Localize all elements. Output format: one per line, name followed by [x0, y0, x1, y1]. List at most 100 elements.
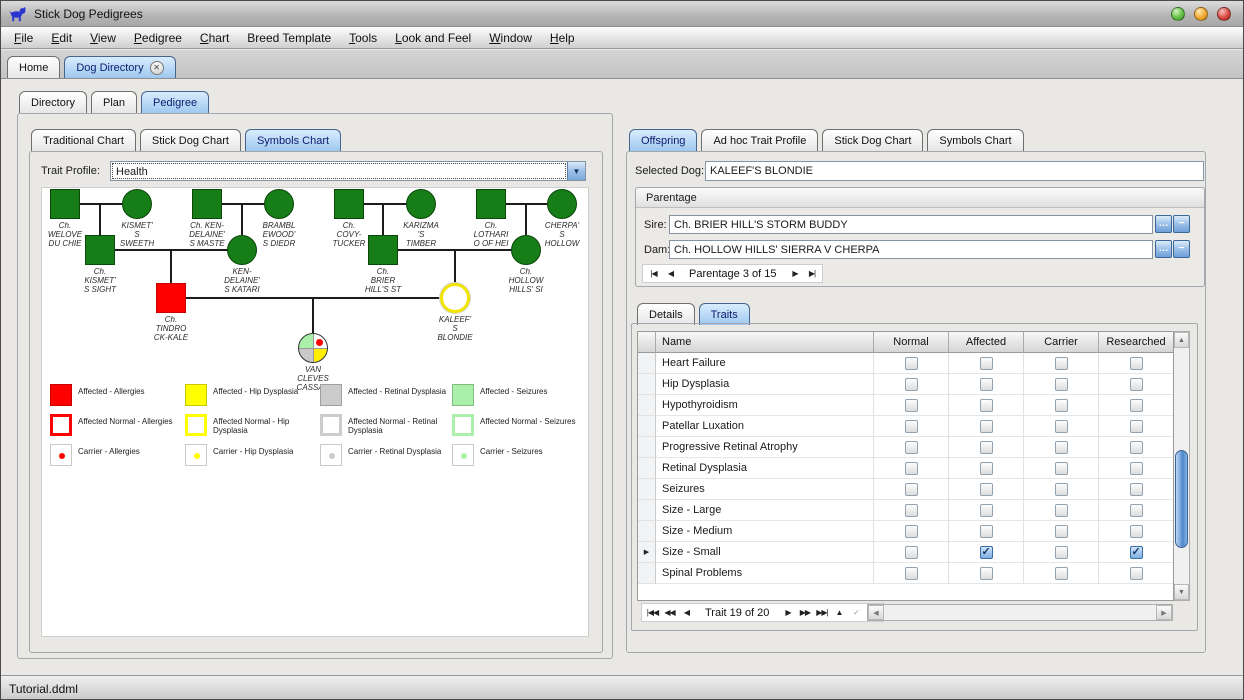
- checkbox-affected[interactable]: [980, 357, 993, 370]
- menu-view[interactable]: View: [81, 28, 125, 48]
- checkbox-carrier[interactable]: [1055, 525, 1068, 538]
- column-header-affected[interactable]: Affected: [949, 332, 1024, 353]
- pedigree-node-ch-hollow-hills-si[interactable]: [511, 235, 541, 265]
- checkbox-carrier[interactable]: [1055, 399, 1068, 412]
- pedigree-node-ch-kismet-s-sight[interactable]: [85, 235, 115, 265]
- trait-row-size-large[interactable]: Size - Large: [638, 500, 1189, 521]
- pedigree-node-ch-brier-hill-s-st[interactable]: [368, 235, 398, 265]
- trait-row-progressive-retinal-atrophy[interactable]: Progressive Retinal Atrophy: [638, 437, 1189, 458]
- checkbox-researched[interactable]: [1130, 525, 1143, 538]
- dam-remove-button[interactable]: −: [1173, 240, 1190, 258]
- trait-row-size-small[interactable]: ▶Size - Small: [638, 542, 1189, 563]
- checkbox-normal[interactable]: [905, 378, 918, 391]
- chart-tab-traditional-chart[interactable]: Traditional Chart: [31, 129, 136, 151]
- checkbox-researched-checked[interactable]: [1130, 546, 1143, 559]
- checkbox-researched[interactable]: [1130, 567, 1143, 580]
- checkbox-carrier[interactable]: [1055, 420, 1068, 433]
- pedigree-node-ch-welove-du-chie[interactable]: [50, 189, 80, 219]
- menu-window[interactable]: Window: [480, 28, 541, 48]
- checkbox-affected[interactable]: [980, 483, 993, 496]
- menu-pedigree[interactable]: Pedigree: [125, 28, 191, 48]
- nav-next-button[interactable]: ▶: [786, 265, 803, 282]
- close-tab-icon[interactable]: ✕: [150, 61, 164, 75]
- right-tab-offspring[interactable]: Offspring: [629, 129, 697, 151]
- checkbox-researched[interactable]: [1130, 441, 1143, 454]
- horizontal-scrollbar[interactable]: ◀ ▶: [867, 604, 1173, 621]
- checkbox-carrier[interactable]: [1055, 546, 1068, 559]
- trait-row-retinal-dysplasia[interactable]: Retinal Dysplasia: [638, 458, 1189, 479]
- pedigree-node-cherpa-s-hollow[interactable]: [547, 189, 577, 219]
- checkbox-normal[interactable]: [905, 462, 918, 475]
- checkbox-normal[interactable]: [905, 441, 918, 454]
- pedigree-node-ch-tindro-ck-kale[interactable]: [156, 283, 186, 313]
- tab-dog-directory[interactable]: Dog Directory✕: [64, 56, 175, 78]
- checkbox-carrier[interactable]: [1055, 567, 1068, 580]
- vertical-scrollbar[interactable]: ▲ ▼: [1173, 331, 1190, 601]
- pedigree-node-kismet-s-sweeth[interactable]: [122, 189, 152, 219]
- checkbox-carrier[interactable]: [1055, 462, 1068, 475]
- checkbox-carrier[interactable]: [1055, 378, 1068, 391]
- chart-tab-symbols-chart[interactable]: Symbols Chart: [245, 129, 341, 151]
- menu-help[interactable]: Help: [541, 28, 584, 48]
- checkbox-carrier[interactable]: [1055, 441, 1068, 454]
- checkbox-affected[interactable]: [980, 420, 993, 433]
- checkbox-affected[interactable]: [980, 525, 993, 538]
- right-tab-stick-dog-chart[interactable]: Stick Dog Chart: [822, 129, 923, 151]
- nav-previous-button[interactable]: ◀: [662, 265, 679, 282]
- detail-tab-traits[interactable]: Traits: [699, 303, 750, 325]
- menu-look-and-feel[interactable]: Look and Feel: [386, 28, 480, 48]
- checkbox-affected-checked[interactable]: [980, 546, 993, 559]
- view-tab-plan[interactable]: Plan: [91, 91, 137, 113]
- checkbox-affected[interactable]: [980, 441, 993, 454]
- nav-last-button[interactable]: ▶▶|: [813, 604, 830, 621]
- sire-remove-button[interactable]: −: [1173, 215, 1190, 233]
- minimize-button[interactable]: [1171, 7, 1185, 21]
- checkbox-carrier[interactable]: [1055, 357, 1068, 370]
- checkbox-researched[interactable]: [1130, 504, 1143, 517]
- nav-first-button[interactable]: |◀◀: [644, 604, 661, 621]
- trait-row-hip-dysplasia[interactable]: Hip Dysplasia: [638, 374, 1189, 395]
- right-tab-symbols-chart[interactable]: Symbols Chart: [927, 129, 1023, 151]
- pedigree-node-ch-ken-delaine-s-maste[interactable]: [192, 189, 222, 219]
- sire-lookup-button[interactable]: …: [1155, 215, 1172, 233]
- nav-insert-button[interactable]: ▲: [830, 604, 847, 621]
- checkbox-affected[interactable]: [980, 378, 993, 391]
- column-header-name[interactable]: Name: [656, 332, 874, 353]
- maximize-button[interactable]: [1194, 7, 1208, 21]
- checkbox-researched[interactable]: [1130, 462, 1143, 475]
- trait-profile-value[interactable]: Health: [112, 163, 566, 179]
- checkbox-normal[interactable]: [905, 420, 918, 433]
- trait-row-patellar-luxation[interactable]: Patellar Luxation: [638, 416, 1189, 437]
- column-header-normal[interactable]: Normal: [874, 332, 949, 353]
- checkbox-carrier[interactable]: [1055, 504, 1068, 517]
- pedigree-node-ch-covy-tucker[interactable]: [334, 189, 364, 219]
- menu-breed-template[interactable]: Breed Template: [238, 28, 340, 48]
- checkbox-affected[interactable]: [980, 399, 993, 412]
- vertical-scrollbar-thumb[interactable]: [1175, 450, 1188, 548]
- menu-chart[interactable]: Chart: [191, 28, 238, 48]
- combobox-dropdown-button[interactable]: ▼: [567, 162, 585, 180]
- pedigree-node-karizma-s-timber[interactable]: [406, 189, 436, 219]
- nav-post-button[interactable]: ✓: [847, 604, 864, 621]
- checkbox-researched[interactable]: [1130, 357, 1143, 370]
- view-tab-pedigree[interactable]: Pedigree: [141, 91, 209, 113]
- nav-forward-button[interactable]: ▶▶: [796, 604, 813, 621]
- dam-lookup-button[interactable]: …: [1155, 240, 1172, 258]
- checkbox-researched[interactable]: [1130, 378, 1143, 391]
- pedigree-node-ken-delaine-s-katari[interactable]: [227, 235, 257, 265]
- trait-row-spinal-problems[interactable]: Spinal Problems: [638, 563, 1189, 584]
- checkbox-affected[interactable]: [980, 504, 993, 517]
- trait-row-seizures[interactable]: Seizures: [638, 479, 1189, 500]
- nav-previous-button[interactable]: ◀: [678, 604, 695, 621]
- pedigree-node-ch-lothari-o-of-hei[interactable]: [476, 189, 506, 219]
- pedigree-node-van-cleves-cassan[interactable]: [298, 333, 328, 363]
- trait-row-hypothyroidism[interactable]: Hypothyroidism: [638, 395, 1189, 416]
- checkbox-researched[interactable]: [1130, 420, 1143, 433]
- checkbox-affected[interactable]: [980, 567, 993, 580]
- sire-field[interactable]: Ch. BRIER HILL'S STORM BUDDY: [669, 215, 1153, 234]
- close-button[interactable]: [1217, 7, 1231, 21]
- checkbox-normal[interactable]: [905, 399, 918, 412]
- checkbox-affected[interactable]: [980, 462, 993, 475]
- trait-profile-combobox[interactable]: Health ▼: [110, 161, 586, 181]
- pedigree-node-kaleef-s-blondie[interactable]: [440, 283, 470, 313]
